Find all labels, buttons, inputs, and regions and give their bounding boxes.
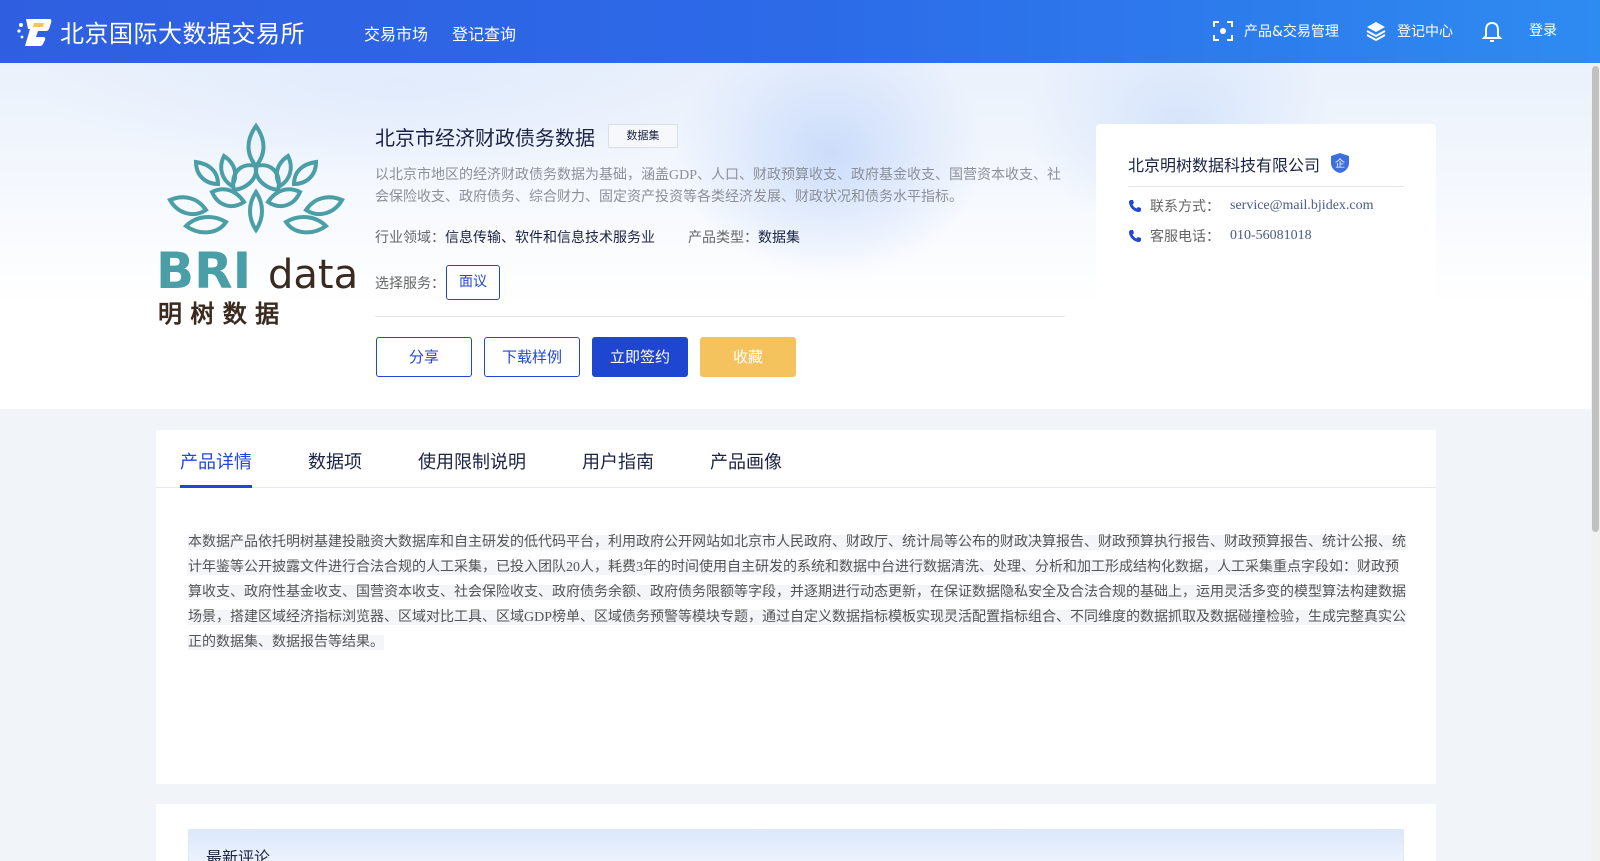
vendor-phone-row: 客服电话： 010-56081018 [1128,226,1312,246]
tab-data-items[interactable]: 数据项 [308,448,362,474]
bjidex-logo-icon[interactable] [16,15,52,47]
registration-center-link[interactable]: 登记中心 [1365,20,1453,42]
tab-usage-restrictions[interactable]: 使用限制说明 [418,448,526,474]
vendor-contact-row: 联系方式： service@mail.bjidex.com [1128,196,1374,216]
logo-cn-text: 明 树 数 据 [158,300,279,328]
product-title: 北京市经济财政债务数据 [375,126,595,150]
product-type-field: 产品类型：数据集 [688,227,800,247]
phone-label: 客服电话： [1150,229,1220,245]
product-detail-text: 本数据产品依托明树基建投融资大数据库和自主研发的低代码平台，利用政府公开网站如北… [188,530,1408,655]
contact-label: 联系方式： [1150,199,1220,215]
enterprise-verified-badge-icon: 企 [1331,153,1349,173]
product-tag: 数据集 [608,124,678,148]
tab-product-profile[interactable]: 产品画像 [710,448,782,474]
brand-title[interactable]: 北京国际大数据交易所 [60,14,305,49]
phone-icon [1129,200,1141,212]
hero-divider [375,316,1065,317]
vendor-badge-text: 企 [1335,157,1345,170]
nav-registration-query[interactable]: 登记查询 [452,21,516,45]
nav-trade-market[interactable]: 交易市场 [364,21,428,45]
tab-user-guide[interactable]: 用户指南 [582,448,654,474]
detail-tabs: 产品详情 数据项 使用限制说明 用户指南 产品画像 [156,430,1436,488]
mingshu-data-logo: BRI data 明 树 数 据 [156,122,356,328]
product-type-value: 数据集 [758,230,800,246]
favorite-button[interactable]: 收藏 [700,337,796,377]
tab-product-detail[interactable]: 产品详情 [180,448,252,474]
vendor-card: 北京明树数据科技有限公司 企 联系方式： service@mail.bjidex… [1096,124,1436,342]
top-nav-bar: 北京国际大数据交易所 交易市场 登记查询 产品&交易管理 登记中心 登录 [0,0,1600,63]
layers-icon [1366,22,1386,42]
logo-bri-text: BRI [156,242,251,300]
comments-header: 最新评论 [188,829,1404,861]
page-scrollbar-thumb[interactable] [1592,66,1599,532]
product-description: 以北京市地区的经济财政债务数据为基础，涵盖GDP、人口、财政预算收支、政府基金收… [375,168,1062,205]
industry-field: 行业领域：信息传输、软件和信息技术服务业 [375,227,655,247]
product-trade-mgmt-link[interactable]: 产品&交易管理 [1212,20,1339,42]
download-sample-button[interactable]: 下载样例 [484,337,580,377]
service-option-negotiable[interactable]: 面议 [446,265,500,300]
product-trade-mgmt-label: 产品&交易管理 [1244,24,1339,40]
comments-section: 最新评论 [156,804,1436,861]
active-tab-indicator [180,485,252,488]
industry-label: 行业领域： [375,230,445,246]
product-type-label: 产品类型： [688,230,758,246]
registration-center-label: 登记中心 [1397,24,1453,40]
sign-now-button[interactable]: 立即签约 [592,337,688,377]
phone-icon [1129,230,1141,242]
service-select-label: 选择服务： [375,276,445,292]
logo-data-text: data [268,252,356,298]
notification-bell-icon[interactable] [1481,20,1503,44]
product-detail-paragraph: 本数据产品依托明树基建投融资大数据库和自主研发的低代码平台，利用政府公开网站如北… [188,535,1407,650]
industry-value: 信息传输、软件和信息技术服务业 [445,230,655,246]
share-button[interactable]: 分享 [376,337,472,377]
comments-title: 最新评论 [206,848,271,861]
scan-frame-icon [1213,21,1233,41]
vendor-name[interactable]: 北京明树数据科技有限公司 [1128,152,1320,176]
product-detail-panel: 产品详情 数据项 使用限制说明 用户指南 产品画像 本数据产品依托明树基建投融资… [156,430,1436,784]
phone-number[interactable]: 010-56081018 [1230,228,1312,244]
contact-email[interactable]: service@mail.bjidex.com [1230,198,1374,214]
vendor-divider [1128,186,1404,187]
login-link[interactable]: 登录 [1529,20,1557,40]
